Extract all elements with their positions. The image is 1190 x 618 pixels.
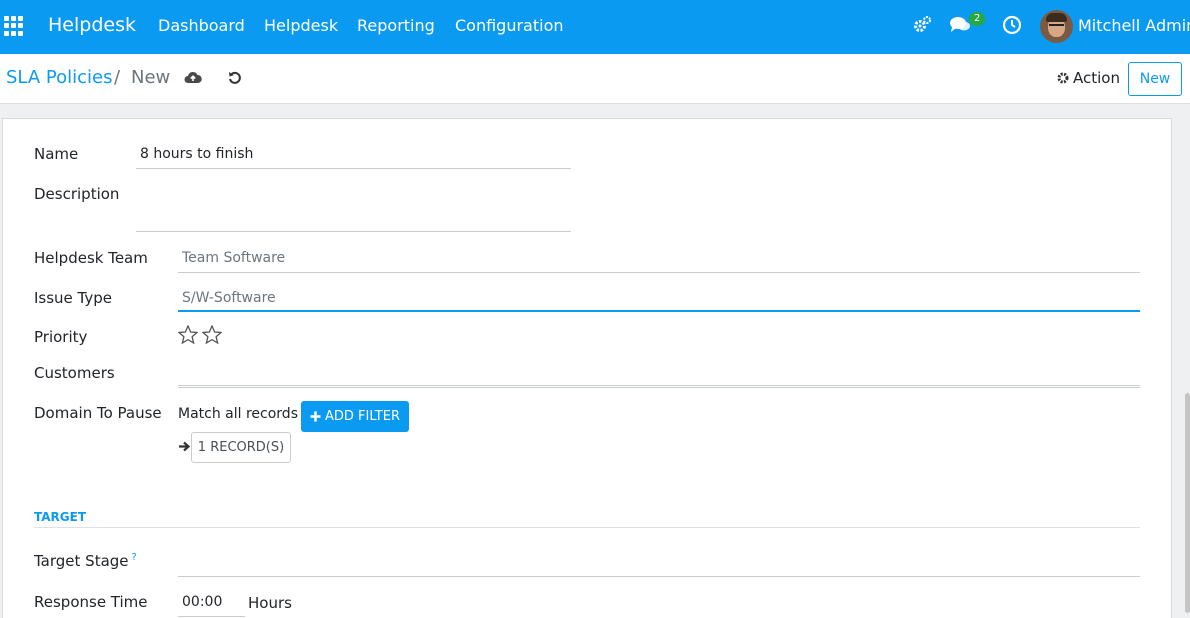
- messages-count-badge: 2: [969, 12, 986, 26]
- description-textarea[interactable]: [136, 186, 571, 232]
- control-panel: SLA Policies / New Action New: [0, 54, 1190, 104]
- plus-icon: [310, 411, 321, 422]
- menu-helpdesk[interactable]: Helpdesk: [264, 16, 338, 35]
- top-navbar: Helpdesk Dashboard Helpdesk Reporting Co…: [0, 0, 1190, 54]
- user-avatar[interactable]: [1040, 10, 1073, 43]
- description-label: Description: [34, 185, 120, 203]
- menu-configuration[interactable]: Configuration: [455, 16, 564, 35]
- helpdesk-team-select[interactable]: Team Software: [178, 250, 1140, 273]
- debug-gears-icon[interactable]: [912, 15, 932, 39]
- priority-label: Priority: [34, 328, 88, 346]
- breadcrumb-parent[interactable]: SLA Policies: [6, 67, 112, 88]
- save-cloud-icon[interactable]: [184, 71, 202, 89]
- new-button[interactable]: New: [1128, 62, 1182, 96]
- target-stage-select[interactable]: [178, 554, 1140, 577]
- response-time-unit: Hours: [248, 594, 292, 612]
- menu-dashboard[interactable]: Dashboard: [158, 16, 245, 35]
- menu-reporting[interactable]: Reporting: [357, 16, 435, 35]
- activity-clock-icon[interactable]: [1002, 15, 1022, 39]
- records-count-button[interactable]: 1 RECORD(S): [191, 432, 291, 463]
- target-section-title: TARGET: [34, 510, 87, 524]
- add-filter-button[interactable]: ADD FILTER: [301, 401, 409, 432]
- issue-type-select[interactable]: S/W-Software: [178, 290, 1140, 312]
- star-icon[interactable]: [202, 325, 222, 344]
- action-label: Action: [1073, 69, 1120, 87]
- app-brand[interactable]: Helpdesk: [48, 14, 136, 36]
- helpdesk-team-label: Helpdesk Team: [34, 249, 148, 267]
- name-label: Name: [34, 145, 79, 163]
- customers-tags-input[interactable]: [178, 365, 1140, 388]
- discard-undo-icon[interactable]: [227, 70, 243, 90]
- issue-type-label: Issue Type: [34, 289, 113, 307]
- customers-label: Customers: [34, 364, 115, 382]
- breadcrumb-separator: /: [114, 67, 121, 88]
- gear-icon: [1057, 72, 1069, 84]
- response-time-label: Response Time: [34, 593, 148, 611]
- response-time-input[interactable]: 00:00: [178, 594, 245, 617]
- section-divider: [34, 527, 1140, 528]
- page-scrollbar[interactable]: [1185, 105, 1190, 618]
- help-tooltip-icon[interactable]: ?: [132, 552, 137, 563]
- target-stage-label-text: Target Stage: [34, 552, 129, 570]
- domain-match-text: Match all records: [178, 406, 298, 422]
- add-filter-label: ADD FILTER: [325, 409, 400, 424]
- priority-stars: [178, 325, 222, 344]
- user-name[interactable]: Mitchell Admin: [1078, 16, 1190, 35]
- breadcrumb-current: New: [131, 67, 171, 88]
- action-button[interactable]: Action: [1057, 69, 1120, 87]
- scrollbar-thumb[interactable]: [1185, 393, 1190, 613]
- star-icon[interactable]: [178, 325, 198, 344]
- arrow-right-icon: [178, 439, 191, 457]
- messages-icon[interactable]: [949, 15, 971, 39]
- target-stage-label: Target Stage?: [34, 552, 137, 570]
- name-input[interactable]: 8 hours to finish: [136, 146, 571, 169]
- apps-menu-icon[interactable]: [4, 16, 24, 36]
- domain-to-pause-label: Domain To Pause: [34, 404, 162, 422]
